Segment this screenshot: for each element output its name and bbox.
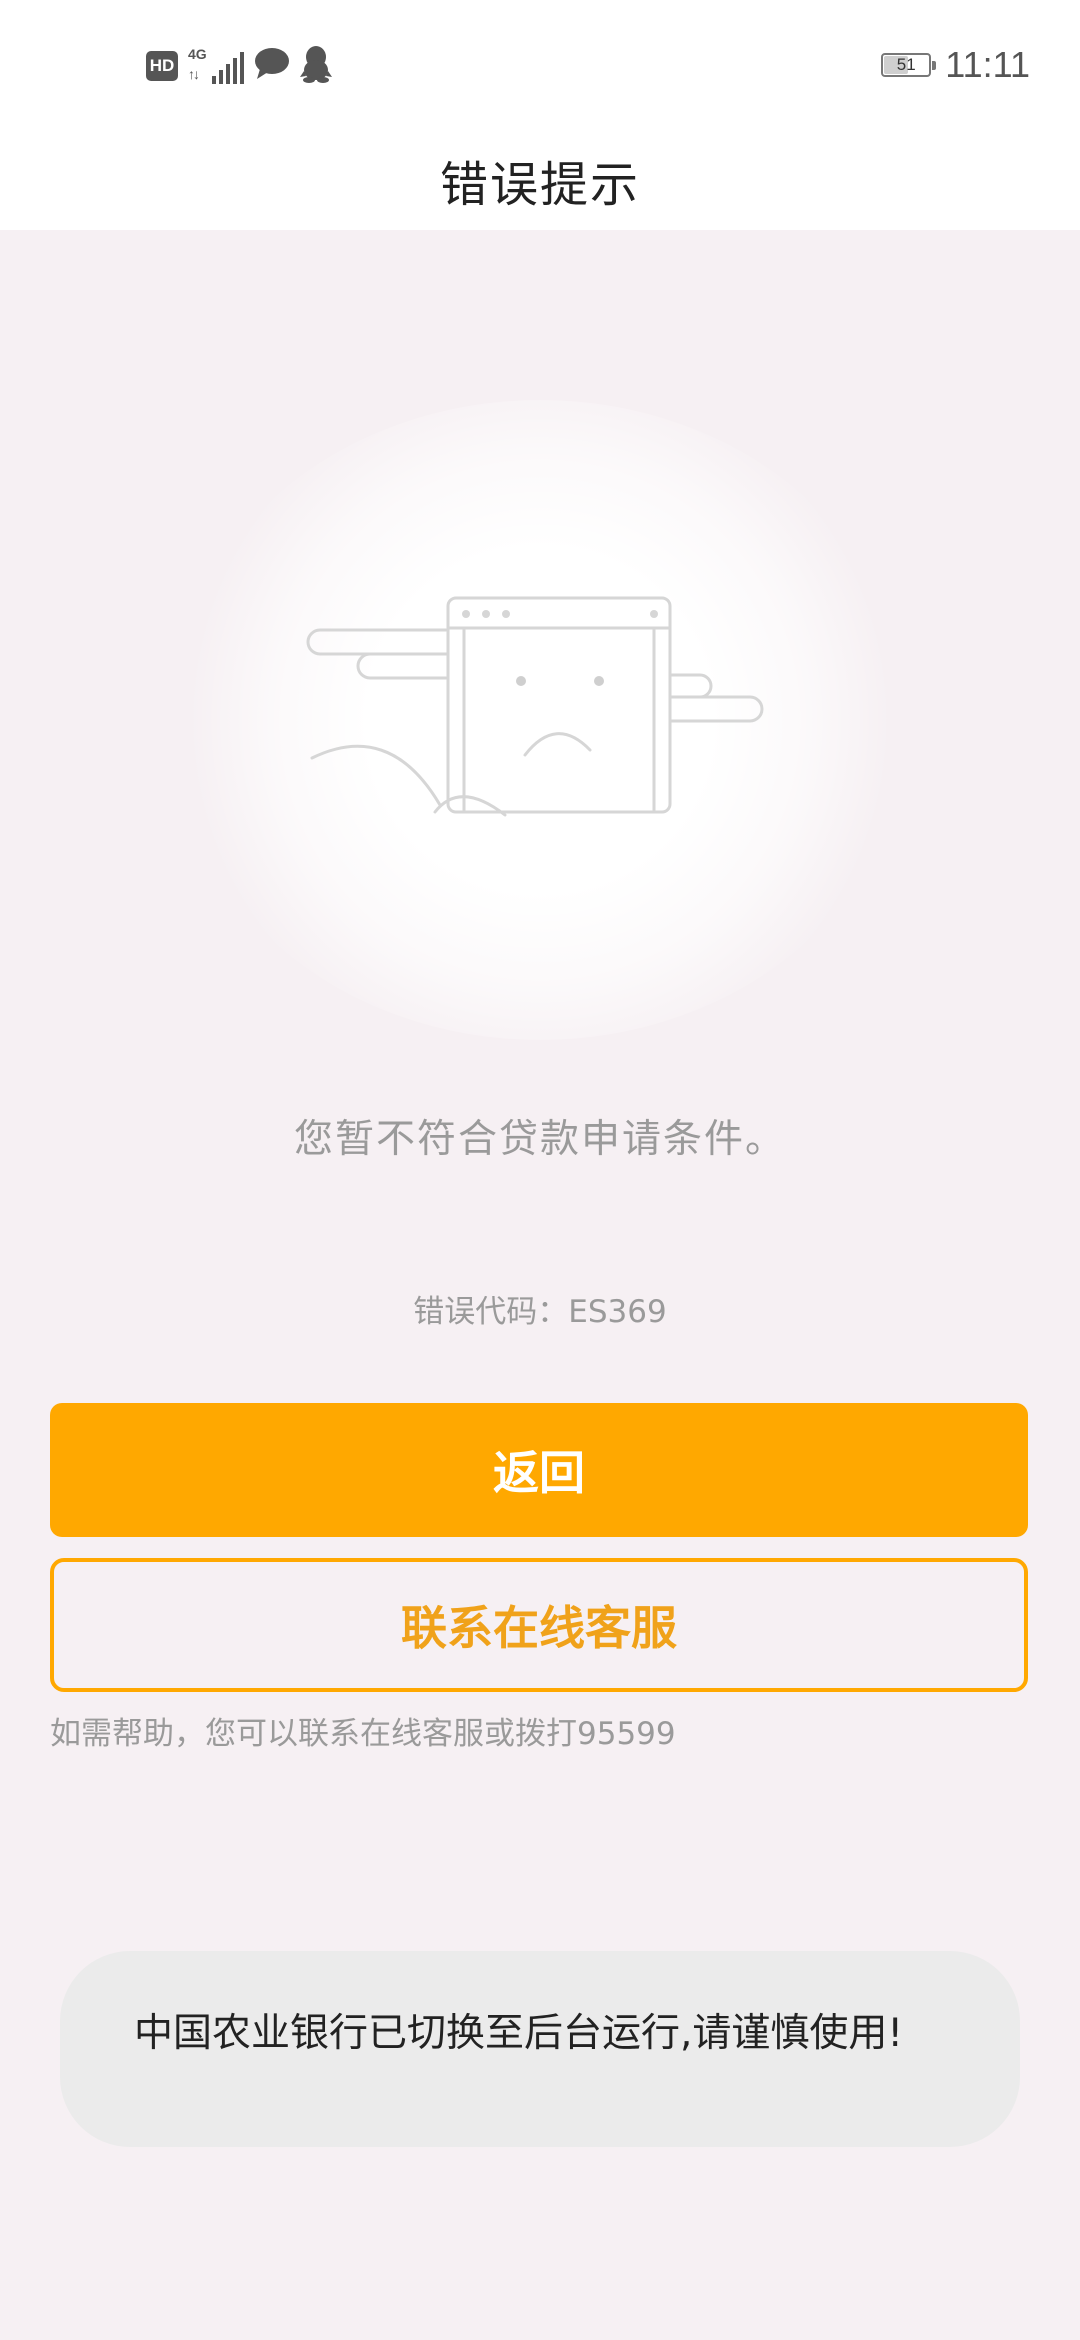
network-arrows: ↑↓ bbox=[188, 66, 200, 82]
help-text: 如需帮助，您可以联系在线客服或拨打95599 bbox=[50, 1716, 676, 1752]
status-bar: HD 4G ↑↓ 51 11:11 bbox=[0, 0, 1080, 130]
signal-icon: 4G ↑↓ bbox=[188, 46, 244, 86]
hd-icon: HD bbox=[146, 51, 178, 81]
contact-service-button[interactable]: 联系在线客服 bbox=[50, 1558, 1028, 1692]
message-bubble-icon bbox=[254, 47, 290, 85]
sad-window-icon bbox=[300, 590, 770, 834]
title-bar: 错误提示 bbox=[0, 130, 1080, 230]
status-time: 11:11 bbox=[945, 44, 1030, 85]
status-icons-right: 51 11:11 bbox=[881, 40, 1030, 90]
toast-message: 中国农业银行已切换至后台运行,请谨慎使用! bbox=[134, 2011, 904, 2056]
network-type-label: 4G bbox=[188, 46, 207, 62]
battery-icon: 51 bbox=[881, 53, 937, 77]
back-button[interactable]: 返回 bbox=[50, 1403, 1028, 1537]
error-code: 错误代码：ES369 bbox=[413, 1294, 667, 1330]
background-toast: 中国农业银行已切换至后台运行,请谨慎使用! bbox=[60, 1951, 1020, 2147]
error-message: 您暂不符合贷款申请条件。 bbox=[293, 1117, 786, 1162]
page-title: 错误提示 bbox=[439, 157, 640, 213]
status-icons-left: HD 4G ↑↓ bbox=[146, 46, 332, 86]
qq-penguin-icon bbox=[300, 45, 332, 87]
battery-level: 51 bbox=[896, 55, 916, 74]
